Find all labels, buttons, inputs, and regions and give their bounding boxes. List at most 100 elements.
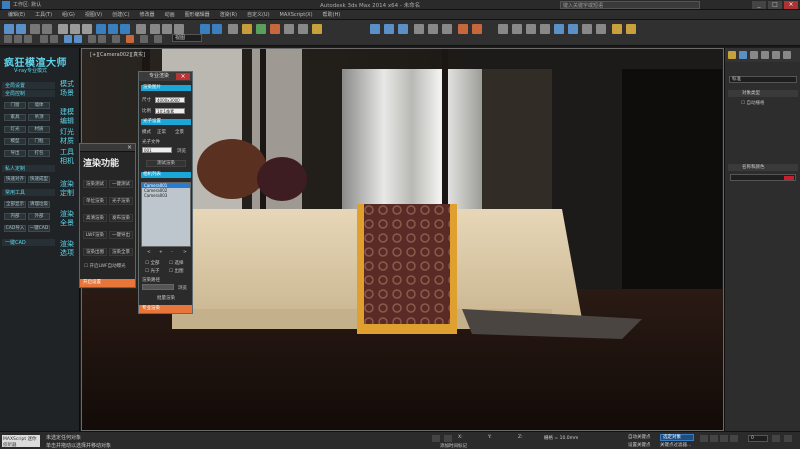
view-select[interactable]: 视图 <box>172 34 202 42</box>
tool-icon[interactable] <box>98 35 106 43</box>
tool-icon[interactable] <box>498 24 508 34</box>
play-icon[interactable] <box>720 435 728 442</box>
prev-frame-icon[interactable] <box>710 435 718 442</box>
key-selection-dropdown[interactable]: 选定对象 <box>660 434 694 441</box>
align-icon[interactable] <box>212 24 222 34</box>
menu-item[interactable]: 图形编辑器 <box>181 11 214 18</box>
brand-button[interactable]: 门框 <box>28 138 50 145</box>
tool-icon[interactable] <box>74 35 82 43</box>
out-path-input[interactable] <box>142 284 174 290</box>
test-render-button[interactable]: 测试渲染 <box>146 160 186 167</box>
render-setup-icon[interactable] <box>284 24 294 34</box>
pivot-icon[interactable] <box>136 24 146 34</box>
brand-button[interactable]: 外部 <box>28 213 50 220</box>
menu-item[interactable]: 工具(T) <box>31 11 56 18</box>
brand-button[interactable]: 灯光 <box>4 126 26 133</box>
ratio-select[interactable]: 1比1像素 <box>155 108 185 114</box>
brand-button[interactable]: 家具 <box>4 114 26 121</box>
tool-icon[interactable] <box>40 35 48 43</box>
batch-render-button[interactable]: 批量渲染 <box>146 296 186 303</box>
menu-item[interactable]: 创建(C) <box>108 11 133 18</box>
scale-icon[interactable] <box>120 24 130 34</box>
brand-button[interactable]: 模型 <box>4 138 26 145</box>
side-tab-edit[interactable]: 建模编辑 <box>58 108 76 126</box>
time-config-icon[interactable] <box>772 435 780 442</box>
create-tab-icon[interactable] <box>728 51 736 59</box>
snap-icon[interactable] <box>150 24 160 34</box>
curve-editor-icon[interactable] <box>242 24 252 34</box>
auto-key-button[interactable]: 自动关键点 <box>628 434 651 440</box>
close-button[interactable]: × <box>784 1 798 9</box>
tool-icon[interactable] <box>612 24 622 34</box>
check-output[interactable]: ☐ 出图 <box>169 268 183 274</box>
out-browse[interactable]: 浏览 <box>178 285 187 291</box>
display-tab-icon[interactable] <box>772 51 780 59</box>
check-select[interactable]: ☐ 选择 <box>169 260 183 266</box>
brand-button[interactable]: 门窗 <box>4 102 26 109</box>
tool-icon[interactable] <box>384 24 394 34</box>
render-button[interactable]: 高清渲染 <box>83 214 107 222</box>
pager-remove[interactable]: - <box>171 250 173 255</box>
tool-icon[interactable] <box>472 24 482 34</box>
layers-icon[interactable] <box>228 24 238 34</box>
add-time-tag[interactable]: 添加时间标记 <box>440 443 467 449</box>
undo-icon[interactable] <box>4 24 14 34</box>
tool-icon[interactable] <box>24 35 32 43</box>
viewport-label[interactable]: [+][Camera002][真实] <box>90 51 145 58</box>
side-tab-mode[interactable]: 模式场景 <box>58 80 76 98</box>
key-filters-button[interactable]: 关键点过滤器... <box>660 442 691 448</box>
photon-file-input[interactable]: 001 <box>142 147 172 153</box>
next-frame-icon[interactable] <box>730 435 738 442</box>
brand-button[interactable]: 材质 <box>28 126 50 133</box>
menu-item[interactable]: 编辑(E) <box>4 11 29 18</box>
quick-workspace[interactable]: 工作区: 默认 <box>13 1 41 8</box>
object-type-rollout[interactable]: 对象类型 <box>728 90 798 97</box>
brand-button[interactable]: 导出 <box>4 150 26 157</box>
tool-icon[interactable] <box>50 35 58 43</box>
render-button[interactable]: 渲染测试 <box>83 180 107 188</box>
zoom-extents-icon[interactable] <box>784 435 792 442</box>
lock-icon[interactable] <box>432 435 440 442</box>
tool-icon[interactable] <box>370 24 380 34</box>
render-panel-header[interactable]: × <box>80 144 135 152</box>
render-button[interactable]: 发布渲染 <box>109 214 133 222</box>
minimize-button[interactable]: _ <box>752 1 766 9</box>
pro-panel-header[interactable]: 专业渲染 × <box>139 72 192 81</box>
lwf-checkbox[interactable]: ☐ 开启LWF自动曝光 <box>84 263 126 269</box>
tool-icon[interactable] <box>398 24 408 34</box>
menu-item[interactable]: 视图(V) <box>81 11 106 18</box>
photon-browse[interactable]: 浏览 <box>177 148 186 154</box>
brand-button[interactable]: 快速对齐 <box>4 176 26 183</box>
tool-icon[interactable] <box>442 24 452 34</box>
render-button[interactable]: 渲染全景 <box>109 248 133 256</box>
side-tab-options[interactable]: 渲染选项 <box>58 240 76 258</box>
absolute-mode-icon[interactable] <box>444 435 452 442</box>
render-panel-footer[interactable]: 开启设置 <box>80 279 135 287</box>
material-editor-icon[interactable] <box>270 24 280 34</box>
tool-icon[interactable] <box>626 24 636 34</box>
check-all[interactable]: ☐ 全部 <box>145 260 159 266</box>
tool-icon[interactable] <box>414 24 424 34</box>
utilities-tab-icon[interactable] <box>783 51 791 59</box>
menu-item[interactable]: 动画 <box>161 11 179 18</box>
modify-tab-icon[interactable] <box>739 51 747 59</box>
menu-item[interactable]: MAXScript(X) <box>276 12 317 18</box>
tool-icon[interactable] <box>140 35 148 43</box>
name-color-rollout[interactable]: 名称和颜色 <box>728 164 798 171</box>
side-tab-render[interactable]: 渲染定制 <box>58 180 76 198</box>
angle-snap-icon[interactable] <box>162 24 172 34</box>
tool-icon[interactable] <box>568 24 578 34</box>
pro-panel-footer[interactable]: 专业渲染 <box>139 305 192 313</box>
rect-select-icon[interactable] <box>82 24 92 34</box>
hierarchy-tab-icon[interactable] <box>750 51 758 59</box>
side-tab-camera[interactable]: 工具相机 <box>58 148 76 166</box>
tool-icon[interactable] <box>112 35 120 43</box>
camera-item[interactable]: Camera003 <box>142 193 190 198</box>
pager-next[interactable]: > <box>183 250 187 255</box>
menu-item[interactable]: 帮助(H) <box>319 11 345 18</box>
mode-pano[interactable]: 全景 <box>175 129 184 135</box>
one-cad[interactable]: 一键CAD <box>2 239 55 246</box>
side-tab-pano[interactable]: 渲染全景 <box>58 210 76 228</box>
tool-icon[interactable] <box>582 24 592 34</box>
link-icon[interactable] <box>30 24 40 34</box>
